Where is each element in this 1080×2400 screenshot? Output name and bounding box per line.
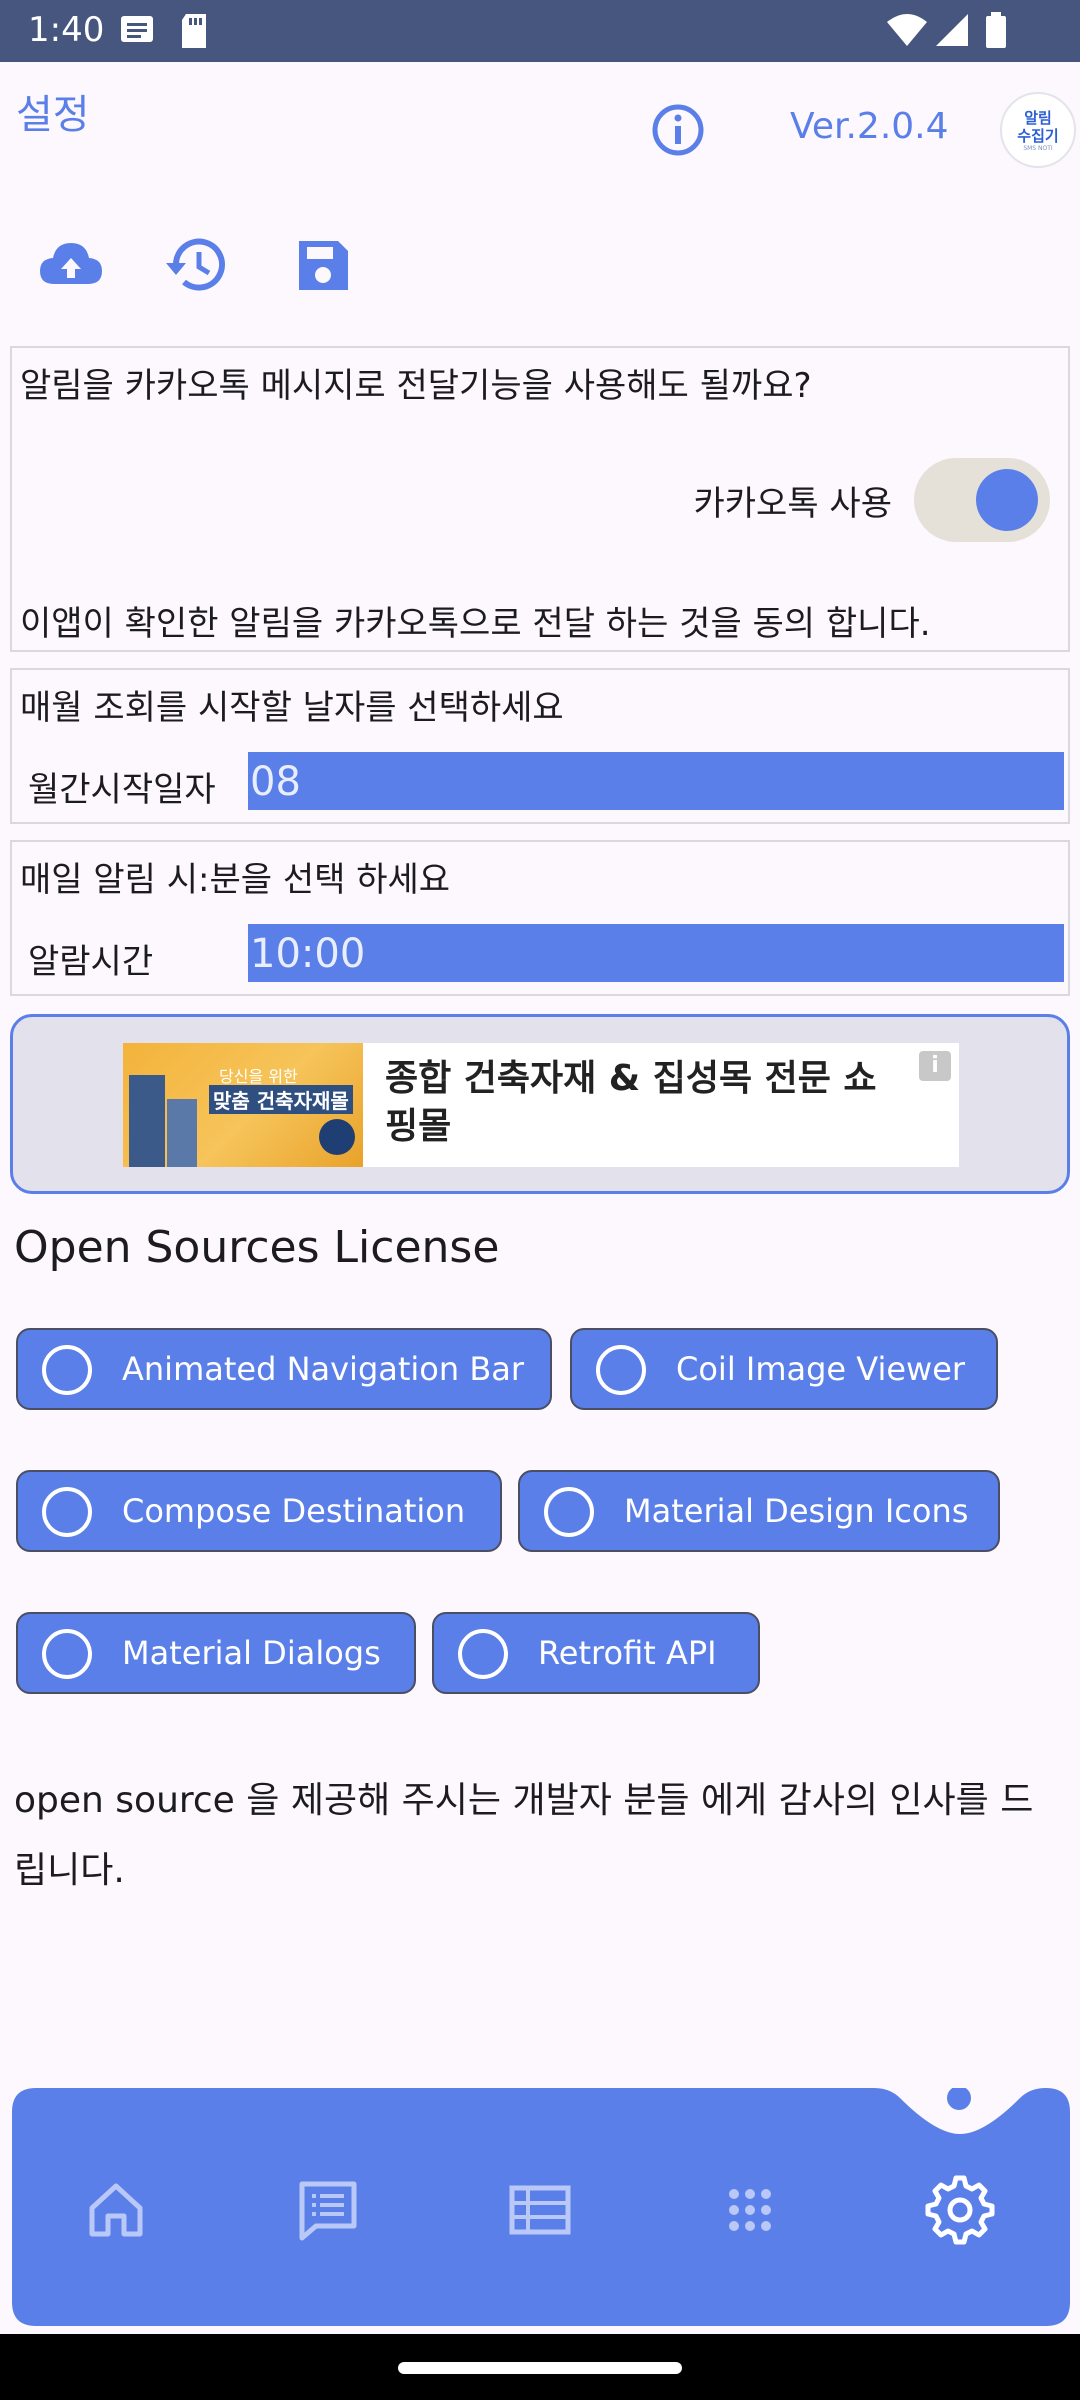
- ad-banner[interactable]: 당신을 위한 맞춤 건축자재몰 종합 건축자재 & 집성목 전문 쇼핑몰 i: [10, 1014, 1070, 1194]
- license-label: Material Design Icons: [624, 1492, 969, 1530]
- month-start-label: 월간시작일자: [28, 770, 216, 810]
- radio-icon: [42, 1629, 92, 1679]
- kakao-consent-text: 이앱이 확인한 알림을 카카오톡으로 전달 하는 것을 동의 합니다.: [20, 604, 931, 644]
- ad-info-icon[interactable]: i: [919, 1051, 951, 1081]
- license-label: Animated Navigation Bar: [122, 1350, 525, 1388]
- status-time: 1:40: [28, 10, 105, 50]
- radio-icon: [544, 1487, 594, 1537]
- ad-badge: [319, 1119, 355, 1155]
- license-chip-retrofit-api[interactable]: Retrofit API: [432, 1612, 760, 1694]
- license-chip-material-design-icons[interactable]: Material Design Icons: [518, 1470, 1000, 1552]
- kakao-toggle-label: 카카오톡 사용: [693, 484, 893, 524]
- kakao-question: 알림을 카카오톡 메시지로 전달기능을 사용해도 될까요?: [20, 366, 812, 406]
- top-app-bar: 설정 Ver.2.0.4 알림 수집기 SMS NOTI: [0, 62, 1080, 172]
- ad-image-subtitle: 당신을 위한: [219, 1067, 298, 1086]
- notification-message-icon: [121, 16, 153, 42]
- kakao-toggle-switch[interactable]: [914, 458, 1050, 542]
- apps-grid-icon[interactable]: [710, 2170, 790, 2250]
- license-chip-coil-image-viewer[interactable]: Coil Image Viewer: [570, 1328, 998, 1410]
- ad-image: 당신을 위한 맞춤 건축자재몰: [123, 1043, 363, 1167]
- ad-headline: 종합 건축자재 & 집성목 전문 쇼핑몰: [385, 1058, 877, 1147]
- restore-history-icon[interactable]: [162, 230, 232, 300]
- status-bar: 1:40: [0, 0, 1080, 62]
- alarm-time-field[interactable]: 10:00: [248, 924, 1064, 982]
- radio-icon: [458, 1629, 508, 1679]
- home-icon[interactable]: [76, 2170, 156, 2250]
- cloud-upload-icon[interactable]: [36, 230, 106, 300]
- save-icon[interactable]: [288, 230, 358, 300]
- version-label: Ver.2.0.4: [790, 106, 949, 147]
- system-gesture-bar: [0, 2334, 1080, 2400]
- license-label: Retrofit API: [538, 1634, 717, 1672]
- month-start-field[interactable]: 08: [248, 752, 1064, 810]
- page-title: 설정: [16, 92, 90, 138]
- ad-content[interactable]: 당신을 위한 맞춤 건축자재몰 종합 건축자재 & 집성목 전문 쇼핑몰 i: [123, 1043, 959, 1167]
- licenses-title: Open Sources License: [14, 1222, 500, 1273]
- alarm-time-card: 매일 알림 시:분을 선택 하세요 알람시간 10:00: [10, 840, 1070, 996]
- app-logo: 알림 수집기 SMS NOTI: [1000, 92, 1076, 168]
- month-start-card: 매월 조회를 시작할 날자를 선택하세요 월간시작일자 08: [10, 668, 1070, 824]
- info-icon[interactable]: [648, 100, 708, 160]
- wifi-icon: [887, 14, 927, 46]
- license-chip-animated-navigation-bar[interactable]: Animated Navigation Bar: [16, 1328, 552, 1410]
- table-icon[interactable]: [500, 2170, 580, 2250]
- license-label: Compose Destination: [122, 1492, 466, 1530]
- thanks-text: open source 을 제공해 주시는 개발자 분들 에게 감사의 인사를 …: [14, 1780, 1034, 1891]
- license-label: Coil Image Viewer: [676, 1350, 966, 1388]
- sd-card-icon: [182, 14, 206, 48]
- cellular-signal-icon: [936, 14, 968, 46]
- app-logo-text-1: 알림: [1024, 108, 1052, 127]
- toolbar: [0, 230, 400, 300]
- license-chip-compose-destination[interactable]: Compose Destination: [16, 1470, 502, 1552]
- radio-icon: [596, 1345, 646, 1395]
- ad-image-title: 맞춤 건축자재몰: [209, 1085, 353, 1114]
- app-logo-text-2: 수집기: [1017, 126, 1059, 145]
- month-start-prompt: 매월 조회를 시작할 날자를 선택하세요: [20, 688, 564, 728]
- radio-icon: [42, 1487, 92, 1537]
- message-icon[interactable]: [288, 2170, 368, 2250]
- license-label: Material Dialogs: [122, 1634, 381, 1672]
- license-chip-material-dialogs[interactable]: Material Dialogs: [16, 1612, 416, 1694]
- settings-icon[interactable]: [920, 2170, 1000, 2250]
- home-gesture-handle[interactable]: [398, 2362, 682, 2374]
- alarm-time-label: 알람시간: [28, 942, 154, 982]
- app-logo-sub: SMS NOTI: [1023, 144, 1053, 152]
- kakao-settings-card: 알림을 카카오톡 메시지로 전달기능을 사용해도 될까요? 카카오톡 사용 이앱…: [10, 346, 1070, 652]
- toggle-knob: [976, 469, 1038, 531]
- battery-icon: [986, 12, 1006, 48]
- radio-icon: [42, 1345, 92, 1395]
- alarm-time-prompt: 매일 알림 시:분을 선택 하세요: [20, 860, 451, 900]
